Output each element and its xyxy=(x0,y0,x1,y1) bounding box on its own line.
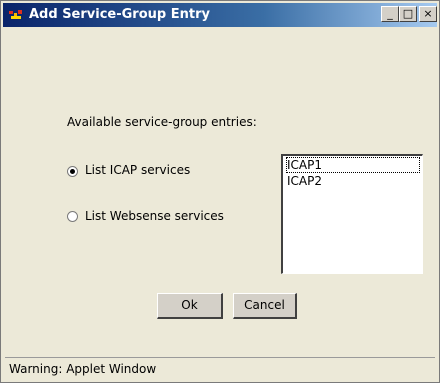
status-bar: Warning: Applet Window xyxy=(5,357,435,379)
close-icon: × xyxy=(423,7,433,20)
close-button[interactable]: × xyxy=(419,6,437,22)
title-bar[interactable]: Add Service-Group Entry _ □ × xyxy=(3,3,437,27)
service-listbox[interactable]: ICAP1 ICAP2 xyxy=(281,154,423,274)
window-title: Add Service-Group Entry xyxy=(29,7,210,22)
radio-icap[interactable] xyxy=(67,166,78,177)
list-item[interactable]: ICAP1 xyxy=(286,157,420,173)
ok-button[interactable]: Ok xyxy=(157,293,223,319)
maximize-button[interactable]: □ xyxy=(399,6,417,22)
minimize-button[interactable]: _ xyxy=(381,6,399,22)
radio-selected-dot xyxy=(70,169,75,174)
status-text: Warning: Applet Window xyxy=(9,362,157,376)
radio-websense[interactable] xyxy=(67,211,78,222)
minimize-icon: _ xyxy=(387,7,393,20)
cancel-button[interactable]: Cancel xyxy=(233,293,297,319)
prompt-label: Available service-group entries: xyxy=(67,115,257,129)
dialog-window: Add Service-Group Entry _ □ × Available … xyxy=(0,0,440,383)
list-item[interactable]: ICAP2 xyxy=(287,174,322,188)
radio-websense-label[interactable]: List Websense services xyxy=(85,209,224,223)
dialog-body: Available service-group entries: List IC… xyxy=(5,29,435,357)
radio-icap-label[interactable]: List ICAP services xyxy=(85,163,190,177)
maximize-icon: □ xyxy=(402,7,414,20)
java-coffee-icon xyxy=(9,10,22,19)
